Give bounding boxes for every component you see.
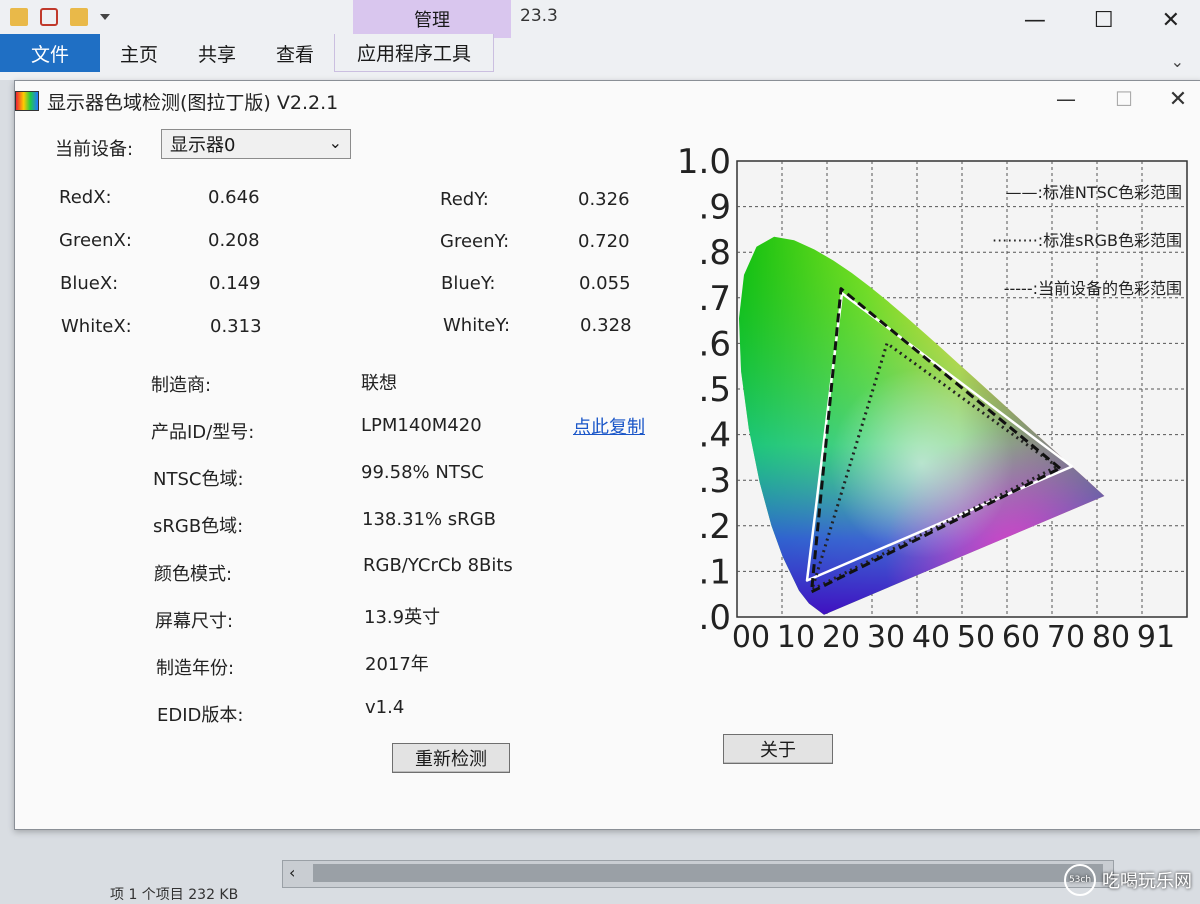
x-tick-label: 40 <box>912 620 950 655</box>
y-tick-label: .5 <box>699 370 731 410</box>
properties-icon[interactable] <box>40 8 58 26</box>
x-tick-label: 80 <box>1092 620 1130 655</box>
tab-home[interactable]: 主页 <box>100 34 178 72</box>
x-tick-label: 00 <box>732 620 770 655</box>
x-tick-label: 30 <box>867 620 905 655</box>
legend-entry: -----:当前设备的色彩范围 <box>1004 279 1182 298</box>
explorer-ribbon: 管理 23.3 — ☐ ✕ 文件 主页 共享 查看 应用程序工具 ⌄ <box>0 0 1200 80</box>
x-tick-label: 91 <box>1137 620 1175 655</box>
expand-ribbon-icon[interactable]: ⌄ <box>1171 52 1184 71</box>
y-tick-label: .6 <box>699 324 731 364</box>
tab-share[interactable]: 共享 <box>178 34 256 72</box>
watermark-logo-icon: 53ch <box>1064 864 1096 896</box>
legend-entry: ——:标准NTSC色彩范围 <box>1006 183 1182 202</box>
y-tick-label: .3 <box>699 461 731 501</box>
x-tick-label: 60 <box>1002 620 1040 655</box>
tab-app-tools[interactable]: 应用程序工具 <box>334 34 495 72</box>
close-icon[interactable]: ✕ <box>1162 8 1180 33</box>
tab-view[interactable]: 查看 <box>256 34 334 72</box>
status-bar-text: 项 1 个项目 232 KB <box>110 887 239 903</box>
quick-access-toolbar <box>10 4 110 30</box>
maximize-icon[interactable]: ☐ <box>1094 8 1114 33</box>
scroll-left-icon[interactable]: ‹ <box>289 863 295 882</box>
watermark: 53ch 吃喝玩乐网 <box>1064 864 1192 896</box>
x-tick-label: 50 <box>957 620 995 655</box>
legend-entry: ·········:标准sRGB色彩范围 <box>992 231 1182 250</box>
gamut-tool-window: 显示器色域检测(图拉丁版) V2.2.1 — ☐ ✕ 当前设备: 显示器0 ⌄ … <box>14 80 1200 830</box>
x-tick-label: 20 <box>822 620 860 655</box>
minimize-icon[interactable]: — <box>1024 8 1046 33</box>
horizontal-scrollbar[interactable]: ‹ <box>282 860 1114 888</box>
window-title-text: 23.3 <box>520 6 558 26</box>
folder-icon[interactable] <box>10 8 28 26</box>
customize-dropdown-icon[interactable] <box>100 14 110 20</box>
y-tick-label: .7 <box>699 279 731 319</box>
y-tick-label: .0 <box>699 598 731 638</box>
tab-file[interactable]: 文件 <box>0 34 100 72</box>
y-tick-label: .2 <box>699 507 731 547</box>
explorer-window-controls: — ☐ ✕ <box>1024 8 1180 33</box>
scrollbar-thumb[interactable] <box>313 864 1103 882</box>
y-tick-label: .8 <box>699 233 731 273</box>
manage-tab[interactable]: 管理 <box>353 0 511 38</box>
x-tick-label: 10 <box>777 620 815 655</box>
x-tick-label: 70 <box>1047 620 1085 655</box>
y-tick-label: 1.0 <box>677 142 731 182</box>
y-tick-label: .4 <box>699 416 731 456</box>
ribbon-tabs: 文件 主页 共享 查看 应用程序工具 <box>0 34 495 72</box>
cie-chromaticity-chart: .0 .1 .2 .3 .4 .5 .6 .7 .8 .9 1.0 00 10 20 30 40 50 60 70 8… <box>677 142 1188 655</box>
y-tick-label: .9 <box>699 188 731 228</box>
y-tick-label: .1 <box>699 552 731 592</box>
new-folder-icon[interactable] <box>70 8 88 26</box>
